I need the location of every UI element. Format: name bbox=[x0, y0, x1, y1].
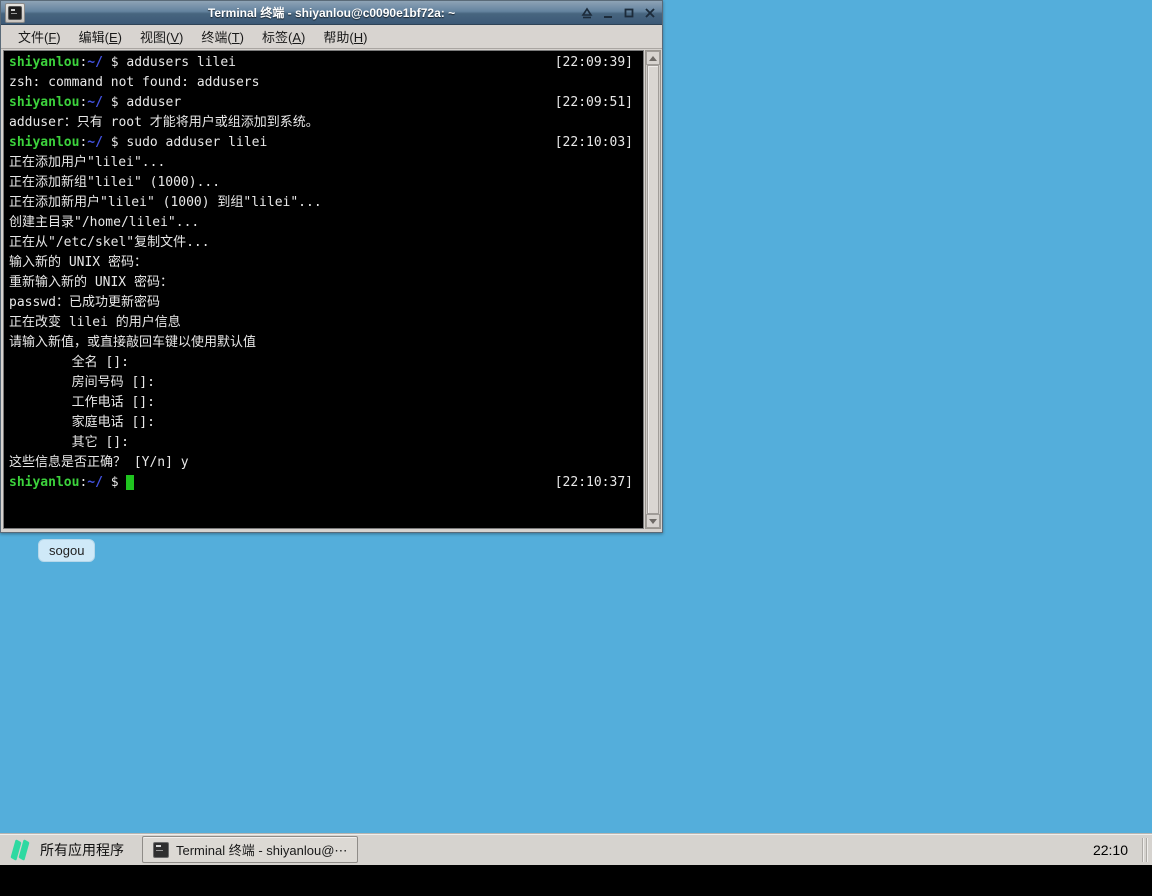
screen: Terminal 终端 - shiyanlou@c0090e1bf72a: ~ bbox=[0, 0, 1152, 896]
terminal-line: 工作电话 []: bbox=[9, 395, 155, 410]
taskbar: 所有应用程序 Terminal 终端 - shiyanlou@⋯ 22:10 bbox=[0, 833, 1152, 865]
menu-item-tabs[interactable]: 标签(A) bbox=[253, 24, 314, 49]
terminal-line: 全名 []: bbox=[9, 355, 129, 370]
terminal-line: 正在添加新用户"lilei" (1000) 到组"lilei"... bbox=[9, 195, 322, 210]
screen-bottom-strip bbox=[0, 865, 1152, 896]
menu-item-view[interactable]: 视图(V) bbox=[131, 24, 192, 49]
terminal-line: 家庭电话 []: bbox=[9, 415, 155, 430]
terminal-line: zsh: command not found: addusers bbox=[9, 75, 260, 90]
maximize-button[interactable] bbox=[620, 5, 637, 22]
taskbar-task-terminal[interactable]: Terminal 终端 - shiyanlou@⋯ bbox=[142, 836, 359, 863]
scroll-up-button[interactable] bbox=[646, 51, 660, 65]
terminal-line: 输入新的 UNIX 密码： bbox=[9, 255, 147, 270]
menu-item-terminal[interactable]: 终端(T) bbox=[192, 24, 253, 49]
timestamp: [22:09:51] bbox=[554, 95, 633, 110]
terminal-line: 重新输入新的 UNIX 密码： bbox=[9, 275, 173, 290]
terminal-line: 正在添加新组"lilei" (1000)... bbox=[9, 175, 221, 190]
timestamp: [22:10:37] bbox=[554, 475, 633, 490]
terminal-cursor bbox=[126, 475, 135, 490]
terminal-output: shiyanlou:~/ $ addusers lilei [22:09:39] z… bbox=[9, 53, 643, 493]
terminal-line: adduser：只有 root 才能将用户或组添加到系统。 bbox=[9, 115, 319, 130]
sogou-ime-button[interactable]: sogou bbox=[38, 539, 96, 562]
window-title: Terminal 终端 - shiyanlou@c0090e1bf72a: ~ bbox=[207, 6, 456, 20]
task-label: Terminal 终端 - shiyanlou@⋯ bbox=[176, 843, 348, 858]
terminal-line: 房间号码 []: bbox=[9, 375, 155, 390]
terminal-icon bbox=[153, 841, 169, 858]
shade-button[interactable] bbox=[578, 5, 595, 22]
terminal-line: shiyanlou:~/ $ adduser [22:09:51] bbox=[9, 93, 643, 113]
menu-item-edit[interactable]: 编辑(E) bbox=[70, 24, 131, 49]
terminal-window-icon[interactable] bbox=[5, 2, 25, 23]
timestamp: [22:09:39] bbox=[554, 55, 633, 70]
terminal-line: shiyanlou:~/ $ addusers lilei [22:09:39] bbox=[9, 53, 643, 73]
clock: 22:10 bbox=[1092, 841, 1128, 858]
terminal-line: 请输入新值，或直接敲回车键以使用默认值 bbox=[9, 335, 257, 350]
taskbar-right: 22:10 bbox=[1093, 834, 1152, 865]
terminal-line: 正在添加用户"lilei"... bbox=[9, 155, 166, 170]
scrollbar[interactable] bbox=[645, 50, 661, 529]
terminal-line: shiyanlou:~/ $ [22:10:37] bbox=[9, 473, 643, 493]
menubar: 文件(F) 编辑(E) 视图(V) 终端(T) 标签(A) 帮助(H) bbox=[1, 25, 662, 49]
terminal-line: 这些信息是否正确？ [Y/n] y bbox=[9, 455, 189, 470]
window-titlebar[interactable]: Terminal 终端 - shiyanlou@c0090e1bf72a: ~ bbox=[1, 1, 662, 25]
terminal-line: 其它 []: bbox=[9, 435, 129, 450]
applications-menu-label: 所有应用程序 bbox=[40, 841, 124, 858]
terminal-line: shiyanlou:~/ $ sudo adduser lilei [22:10:… bbox=[9, 133, 643, 153]
scroll-down-button[interactable] bbox=[646, 514, 660, 528]
terminal-window: Terminal 终端 - shiyanlou@c0090e1bf72a: ~ bbox=[0, 0, 663, 533]
terminal-area: shiyanlou:~/ $ addusers lilei [22:09:39] z… bbox=[2, 50, 661, 530]
desktop[interactable]: Terminal 终端 - shiyanlou@c0090e1bf72a: ~ bbox=[0, 0, 1152, 833]
terminal-line: passwd：已成功更新密码 bbox=[9, 295, 160, 310]
menu-item-help[interactable]: 帮助(H) bbox=[314, 24, 376, 49]
timestamp: [22:10:03] bbox=[554, 135, 633, 150]
arrow-down-icon bbox=[649, 518, 657, 524]
applications-menu-button[interactable]: 所有应用程序 bbox=[0, 834, 134, 865]
terminal-line: 创建主目录"/home/lilei"... bbox=[9, 215, 200, 230]
close-button[interactable] bbox=[641, 5, 658, 22]
terminal-screen[interactable]: shiyanlou:~/ $ addusers lilei [22:09:39] z… bbox=[3, 50, 644, 529]
minimize-button[interactable] bbox=[599, 5, 616, 22]
terminal-line: 正在从"/etc/skel"复制文件... bbox=[9, 235, 210, 250]
panel-handle[interactable] bbox=[1142, 837, 1150, 862]
task-list: Terminal 终端 - shiyanlou@⋯ bbox=[142, 834, 359, 865]
arrow-up-icon bbox=[649, 55, 657, 61]
shiyanlou-logo-icon bbox=[7, 837, 31, 863]
scrollbar-thumb[interactable] bbox=[647, 65, 659, 514]
terminal-line: 正在改变 lilei 的用户信息 bbox=[9, 315, 181, 330]
menu-item-file[interactable]: 文件(F) bbox=[9, 24, 70, 49]
window-controls bbox=[578, 1, 658, 25]
